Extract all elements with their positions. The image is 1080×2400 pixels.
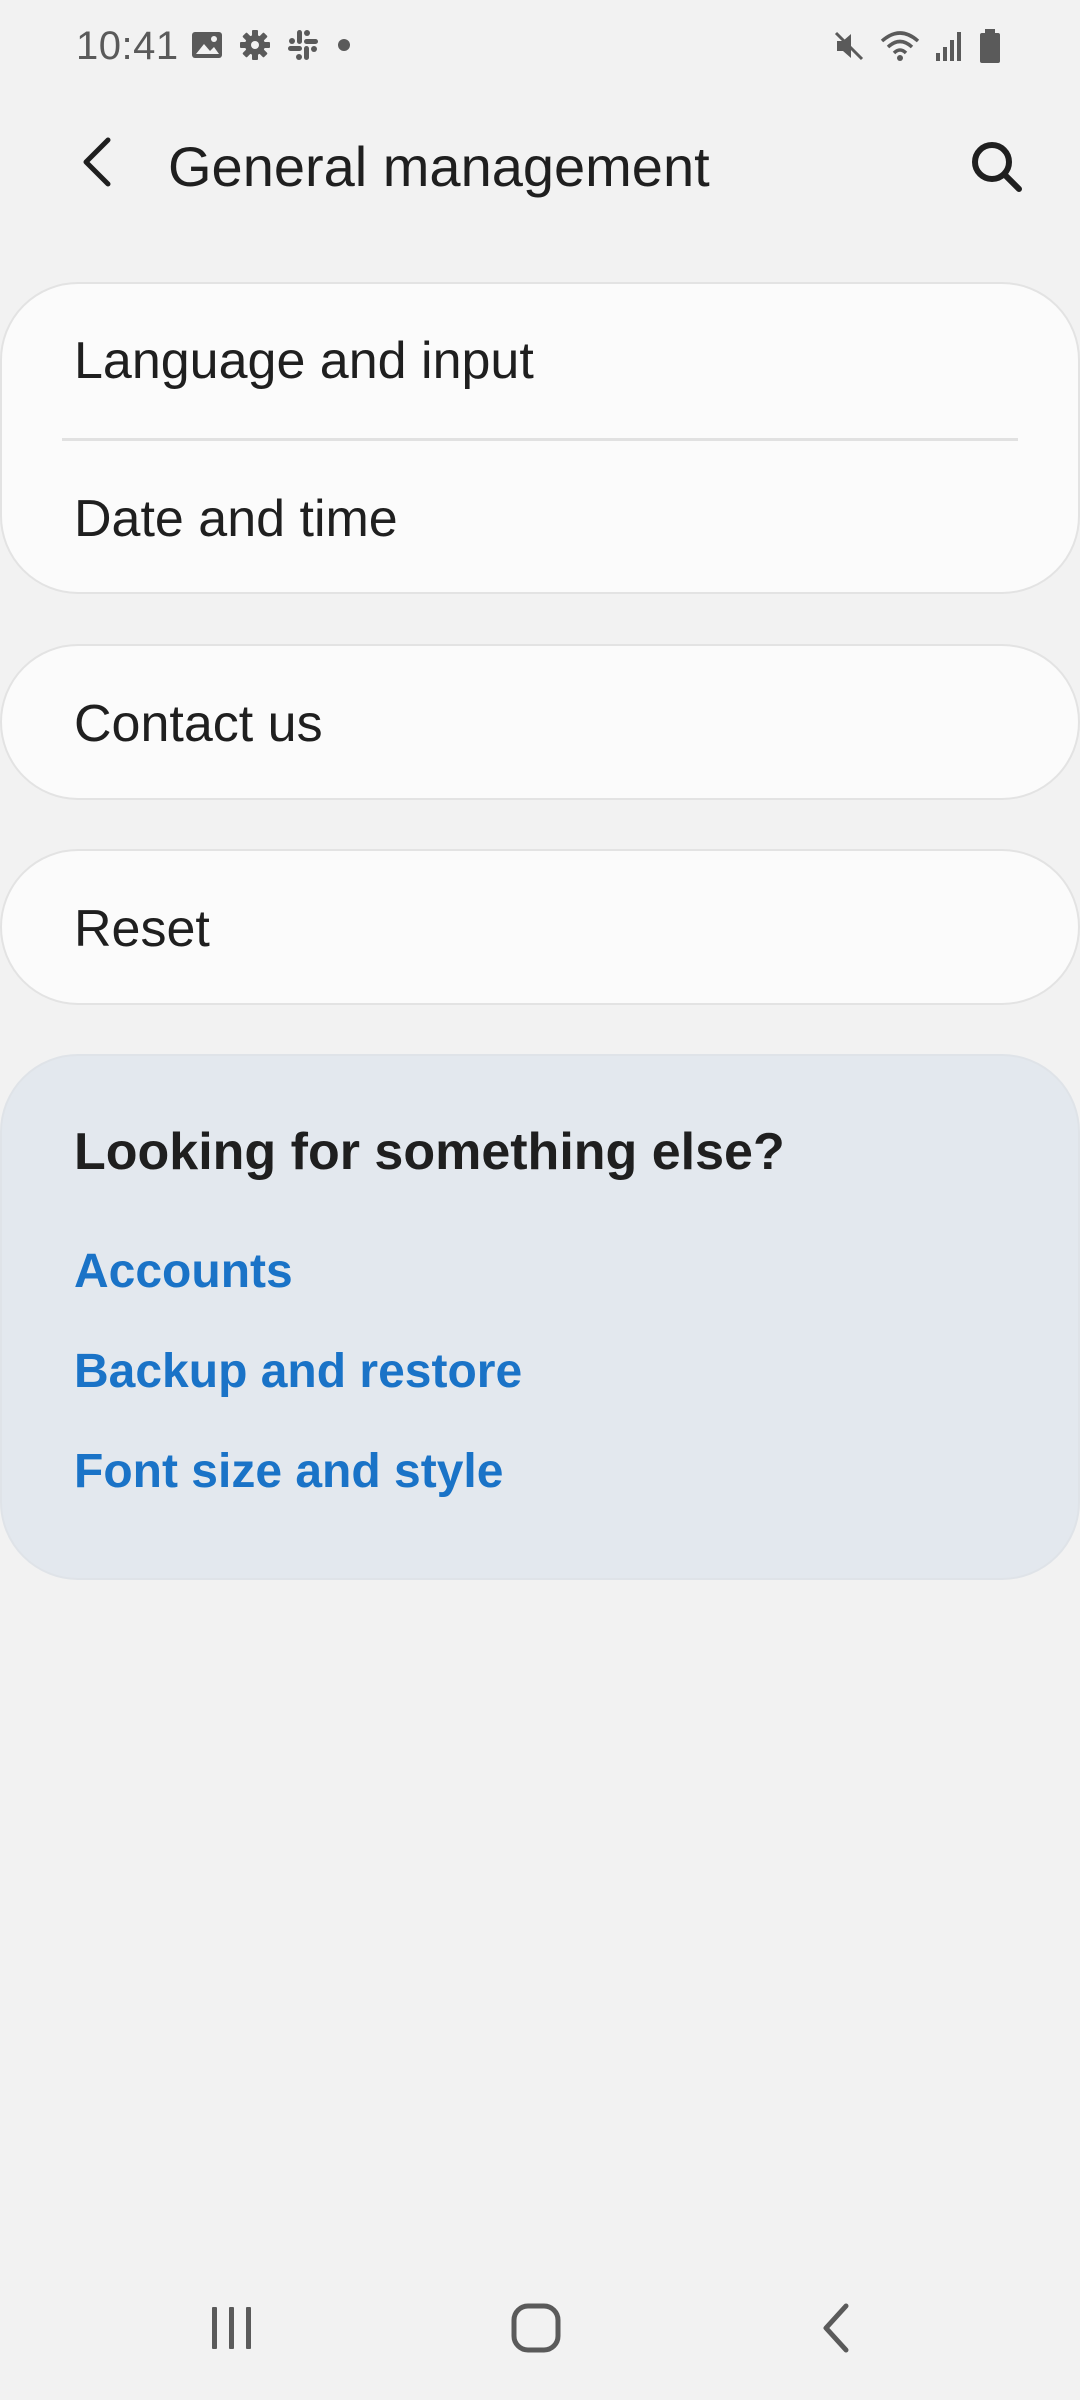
language-and-input-item[interactable]: Language and input: [2, 284, 1078, 438]
status-left-icons: [190, 28, 354, 62]
settings-card-reset: Reset: [0, 849, 1080, 1005]
reset-label: Reset: [74, 900, 210, 958]
accounts-link[interactable]: Accounts: [74, 1244, 293, 1299]
status-time: 10:41: [76, 24, 179, 68]
search-button[interactable]: [956, 128, 1036, 208]
wifi-icon: [880, 29, 920, 63]
status-bar: 10:41: [0, 0, 1080, 100]
suggestion-title: Looking for something else?: [74, 1123, 785, 1181]
settings-gear-icon: [238, 28, 272, 62]
signal-icon: [934, 29, 964, 63]
date-and-time-item[interactable]: Date and time: [2, 441, 1078, 597]
reset-item[interactable]: Reset: [2, 851, 1078, 1007]
navigation-bar: [0, 2268, 1080, 2400]
suggestion-card: Looking for something else? Accounts Bac…: [0, 1054, 1080, 1580]
back-icon: [816, 2301, 856, 2360]
contact-us-item[interactable]: Contact us: [2, 646, 1078, 802]
settings-card-language-date: Language and input Date and time: [0, 282, 1080, 594]
battery-icon: [978, 28, 1002, 64]
search-icon: [968, 138, 1024, 199]
recents-button[interactable]: [182, 2290, 282, 2370]
home-icon: [509, 2301, 563, 2360]
back-arrow-icon: [78, 136, 118, 193]
nav-back-button[interactable]: [786, 2290, 886, 2370]
image-icon: [190, 29, 224, 61]
back-button[interactable]: [62, 128, 134, 200]
recents-icon: [207, 2303, 257, 2358]
page-title: General management: [168, 135, 710, 198]
backup-and-restore-link[interactable]: Backup and restore: [74, 1344, 522, 1399]
mute-icon: [832, 29, 866, 63]
date-and-time-label: Date and time: [74, 490, 398, 548]
slack-icon: [286, 28, 320, 62]
settings-card-contact: Contact us: [0, 644, 1080, 800]
font-size-and-style-link[interactable]: Font size and style: [74, 1444, 503, 1499]
notification-dot-icon: [334, 35, 354, 55]
status-right-icons: [832, 28, 1002, 64]
home-button[interactable]: [486, 2290, 586, 2370]
app-bar: General management: [0, 110, 1080, 218]
contact-us-label: Contact us: [74, 695, 323, 753]
language-and-input-label: Language and input: [74, 332, 534, 390]
